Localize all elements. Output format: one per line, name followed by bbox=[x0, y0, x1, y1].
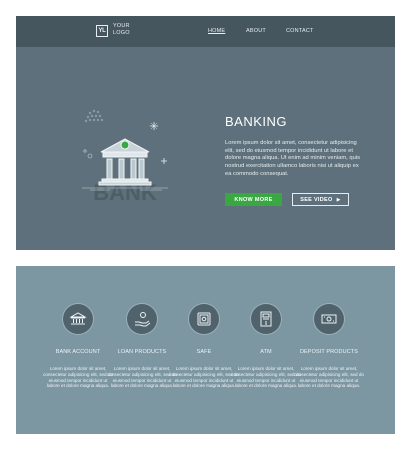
nav-home-link[interactable]: HOME bbox=[208, 28, 225, 34]
features-section: BANK ACCOUNT Lorem ipsum dolor sit amet,… bbox=[16, 266, 395, 434]
feature-text: Lorem ipsum dolor sit amet, consectetur … bbox=[169, 366, 239, 389]
top-navigation-bar: YL YOUR LOGO HOME ABOUT CONTACT bbox=[16, 16, 395, 47]
hand-coin-icon bbox=[127, 304, 157, 334]
page-title: BANKING bbox=[225, 114, 288, 129]
logo-mark: YL bbox=[96, 25, 108, 37]
know-more-label: KNOW MORE bbox=[234, 196, 273, 203]
logo-text: YOUR LOGO bbox=[113, 23, 143, 37]
play-icon: ▶ bbox=[336, 196, 341, 203]
bank-building-icon bbox=[98, 138, 152, 186]
cloud-icon bbox=[84, 109, 104, 123]
feature-text: Lorem ipsum dolor sit amet, consectetur … bbox=[231, 366, 301, 389]
nav-contact-link[interactable]: CONTACT bbox=[286, 28, 314, 34]
logo-text-line-1: YOUR bbox=[113, 23, 130, 29]
hero-description: Lorem ipsum dolor sit amet, consectetur … bbox=[225, 140, 361, 177]
bank-icon bbox=[63, 304, 93, 334]
feature-title: BANK ACCOUNT bbox=[55, 349, 101, 355]
feature-text: Lorem ipsum dolor sit amet, consectetur … bbox=[294, 366, 364, 389]
sparkle-icon bbox=[150, 122, 167, 164]
feature-text: Lorem ipsum dolor sit amet, consectetur … bbox=[107, 366, 177, 389]
see-video-label: SEE VIDEO bbox=[300, 196, 333, 203]
bank-building-illustration: BANK bbox=[82, 109, 168, 205]
safe-icon bbox=[189, 304, 219, 334]
feature-text: Lorem ipsum dolor sit amet, consectetur … bbox=[43, 366, 113, 389]
nav-about-link[interactable]: ABOUT bbox=[246, 28, 266, 34]
hero-section: YL YOUR LOGO HOME ABOUT CONTACT BANK BAN… bbox=[16, 16, 395, 250]
feature-title: DEPOSIT PRODUCTS bbox=[299, 349, 359, 355]
know-more-button[interactable]: KNOW MORE bbox=[225, 193, 282, 206]
banknote-icon bbox=[314, 304, 344, 334]
see-video-button[interactable]: SEE VIDEO ▶ bbox=[292, 193, 349, 206]
atm-icon bbox=[251, 304, 281, 334]
logo-text-line-2: LOGO bbox=[113, 30, 130, 36]
